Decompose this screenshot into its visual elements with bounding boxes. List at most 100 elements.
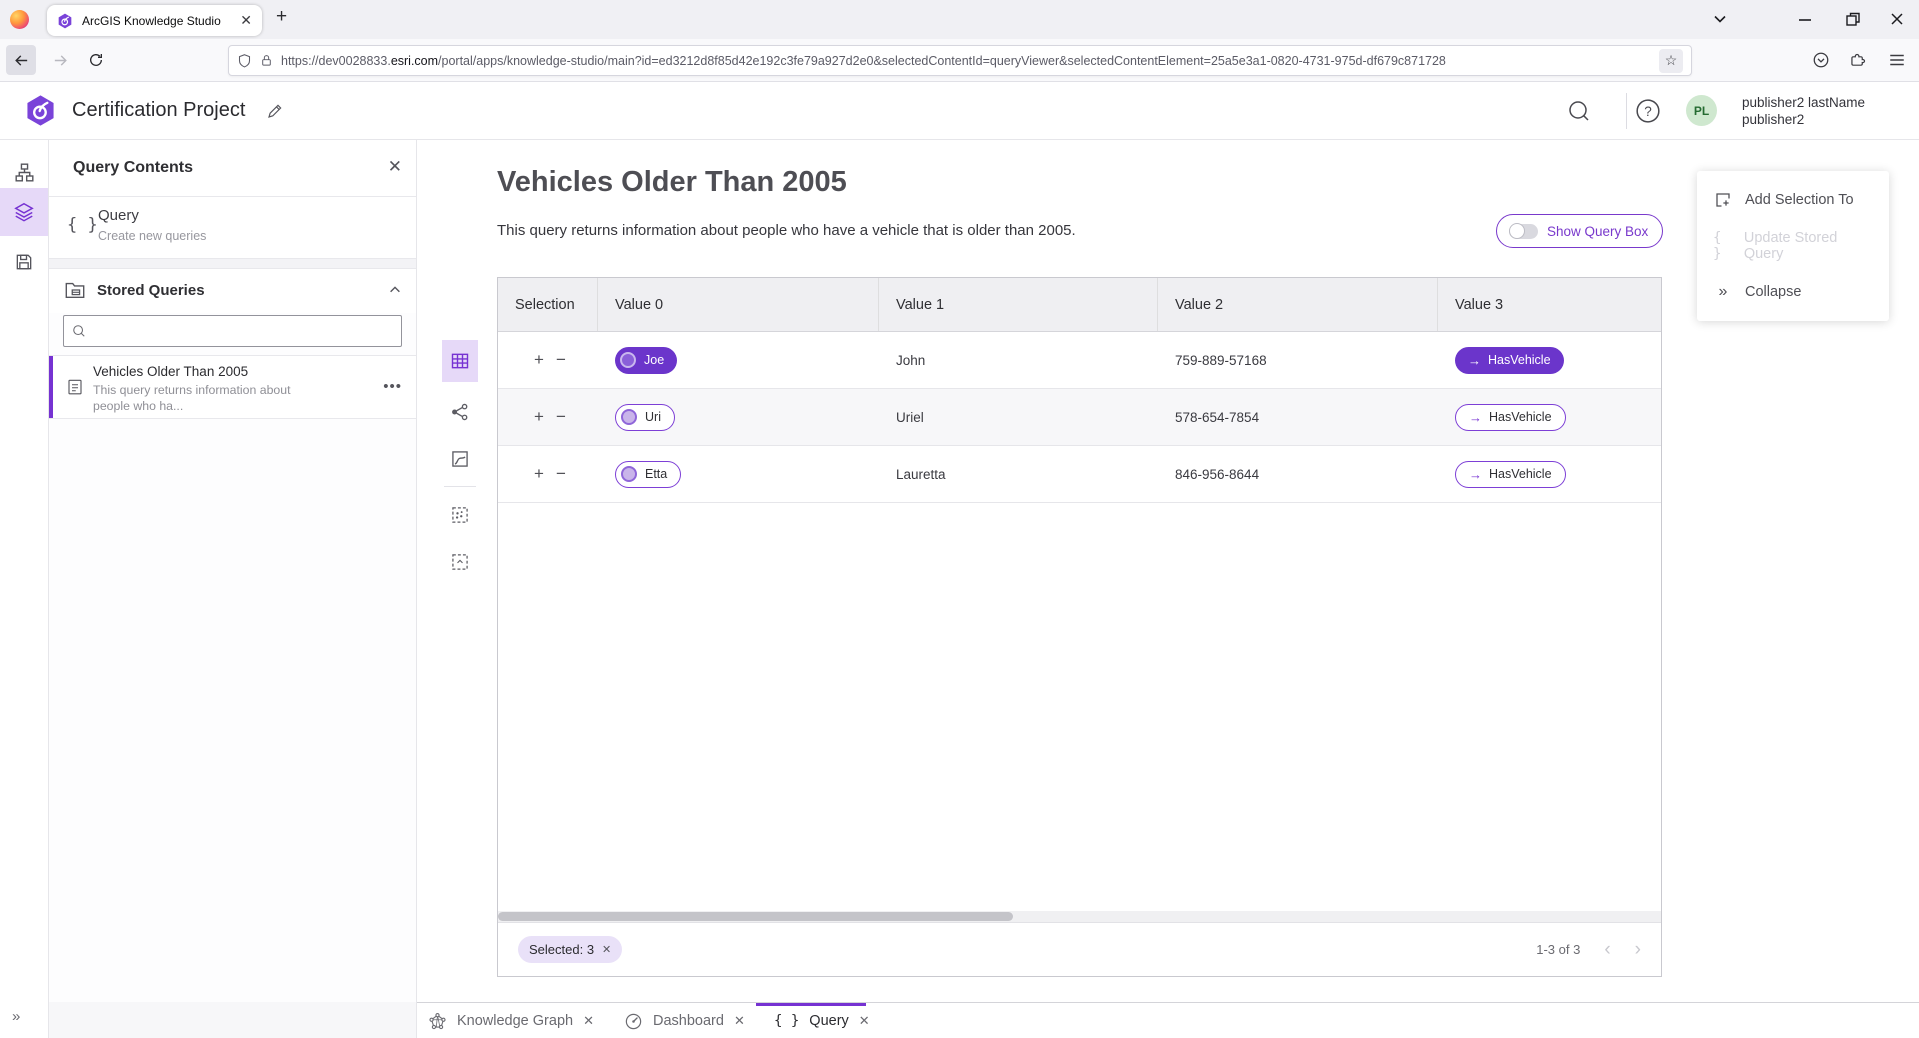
previous-page-icon[interactable]: ‹ (1604, 940, 1610, 959)
back-button[interactable] (6, 45, 36, 75)
stored-query-item[interactable]: Vehicles Older Than 2005 This query retu… (49, 355, 416, 419)
add-to-selection-button[interactable]: + (534, 407, 544, 427)
stored-query-options-icon[interactable]: ••• (383, 378, 402, 395)
column-header-value1[interactable]: Value 1 (879, 278, 1158, 331)
column-header-selection[interactable]: Selection (498, 278, 598, 331)
close-tab-icon[interactable]: ✕ (859, 1013, 870, 1029)
data-model-tree-icon[interactable] (0, 152, 48, 192)
add-to-selection-button[interactable]: + (534, 464, 544, 484)
extensions-puzzle-icon[interactable] (1850, 51, 1868, 69)
cell-value1[interactable]: Lauretta (879, 446, 1158, 502)
browser-window: ArcGIS Knowledge Studio ✕ + (0, 0, 1919, 1038)
table-view-button[interactable] (442, 340, 478, 382)
chevron-up-icon[interactable] (388, 283, 402, 297)
stored-queries-search-input[interactable] (92, 324, 393, 339)
column-header-value2[interactable]: Value 2 (1158, 278, 1438, 331)
search-button[interactable] (1563, 95, 1595, 127)
tab-query[interactable]: { } Query ✕ (774, 1003, 870, 1038)
forward-button[interactable] (45, 45, 75, 75)
cell-value2[interactable]: 578-654-7854 (1158, 389, 1438, 445)
toggle-knob (1509, 223, 1525, 239)
reload-button[interactable] (81, 45, 111, 75)
map-view-button[interactable] (442, 435, 478, 482)
lock-icon[interactable] (260, 53, 273, 68)
pocket-icon[interactable] (1812, 51, 1830, 69)
entity-pill[interactable]: Joe (615, 347, 677, 374)
horizontal-scrollbar[interactable] (498, 911, 1661, 922)
select-region-button[interactable] (442, 538, 478, 585)
pagination: 1-3 of 3 ‹ › (1536, 940, 1641, 959)
toolbar-divider (444, 486, 476, 487)
table-row[interactable]: + − Etta Lauretta 846-956-8644 →HasVehic… (498, 446, 1661, 503)
add-to-selection-button[interactable]: + (534, 350, 544, 370)
restore-button[interactable] (1845, 11, 1861, 27)
collapse-chevrons-icon: » (1713, 283, 1733, 301)
next-page-icon[interactable]: › (1635, 940, 1641, 959)
user-avatar[interactable]: PL (1686, 95, 1717, 126)
map-selection-view-button[interactable] (442, 491, 478, 538)
braces-icon: { } (1713, 230, 1732, 262)
remove-from-selection-button[interactable]: − (556, 464, 566, 484)
cell-value1[interactable]: John (879, 332, 1158, 388)
clear-selection-icon[interactable]: ✕ (602, 943, 611, 956)
menu-hamburger-icon[interactable] (1888, 51, 1906, 69)
cell-value2[interactable]: 759-889-57168 (1158, 332, 1438, 388)
remove-from-selection-button[interactable]: − (556, 350, 566, 370)
selection-context-menu: Add Selection To { } Update Stored Query… (1697, 171, 1889, 321)
view-toolbar (442, 340, 478, 585)
user-menu[interactable]: publisher2 lastName publisher2 (1742, 94, 1865, 128)
pagination-count: 1-3 of 3 (1536, 942, 1580, 957)
cell-value1[interactable]: Uriel (879, 389, 1158, 445)
relationship-pill[interactable]: →HasVehicle (1455, 404, 1566, 431)
column-header-value0[interactable]: Value 0 (598, 278, 879, 331)
relationship-pill[interactable]: →HasVehicle (1455, 461, 1566, 488)
stored-queries-header[interactable]: Stored Queries (49, 269, 416, 313)
edit-title-pencil-icon[interactable] (266, 102, 284, 120)
help-button[interactable]: ? (1632, 95, 1664, 127)
bookmark-star-icon[interactable]: ☆ (1659, 49, 1683, 73)
tab-knowledge-graph[interactable]: Knowledge Graph ✕ (428, 1003, 594, 1038)
save-icon[interactable] (0, 242, 48, 282)
selected-count-chip[interactable]: Selected: 3 ✕ (518, 936, 622, 963)
remove-from-selection-button[interactable]: − (556, 407, 566, 427)
entity-dot-icon (620, 352, 636, 368)
tab-list-chevron-icon[interactable] (1712, 11, 1728, 27)
layers-contents-icon[interactable] (0, 188, 48, 236)
arcgis-favicon (57, 13, 73, 29)
link-chart-view-button[interactable] (442, 388, 478, 435)
relationship-pill[interactable]: →HasVehicle (1455, 347, 1564, 374)
entity-pill[interactable]: Etta (615, 461, 681, 488)
user-account: publisher2 (1742, 111, 1865, 128)
close-tab-icon[interactable]: ✕ (583, 1013, 594, 1029)
menu-item-add-selection-to[interactable]: Add Selection To (1697, 177, 1889, 223)
svg-text:?: ? (1644, 104, 1652, 119)
minimize-button[interactable] (1797, 11, 1813, 27)
table-row[interactable]: + − Joe John 759-889-57168 →HasVehicle (498, 332, 1661, 389)
stored-queries-search[interactable] (63, 315, 402, 347)
menu-item-collapse[interactable]: » Collapse (1697, 269, 1889, 315)
app-logo (24, 94, 57, 127)
entity-pill[interactable]: Uri (615, 404, 675, 431)
browser-tab[interactable]: ArcGIS Knowledge Studio ✕ (47, 5, 262, 36)
toggle-track[interactable] (1509, 224, 1538, 239)
tab-dashboard[interactable]: Dashboard ✕ (624, 1003, 745, 1038)
scrollbar-thumb[interactable] (498, 912, 1013, 921)
cell-value2[interactable]: 846-956-8644 (1158, 446, 1438, 502)
panel-close-icon[interactable]: ✕ (388, 157, 402, 177)
expand-rail-icon[interactable]: » (12, 1008, 18, 1025)
close-tab-icon[interactable]: ✕ (734, 1013, 745, 1029)
menu-item-update-stored-query[interactable]: { } Update Stored Query (1697, 223, 1889, 269)
show-query-box-toggle[interactable]: Show Query Box (1496, 214, 1663, 248)
query-create-item[interactable]: { } Query Create new queries (49, 197, 416, 259)
arrow-right-icon: → (1468, 353, 1481, 368)
tracking-shield-icon[interactable] (237, 53, 252, 69)
query-title: Vehicles Older Than 2005 (497, 166, 847, 199)
panel-bottom-strip (49, 1002, 417, 1038)
tab-close-icon[interactable]: ✕ (240, 12, 252, 29)
close-window-button[interactable] (1889, 11, 1905, 27)
url-bar[interactable]: https://dev0028833.esri.com/portal/apps/… (228, 45, 1692, 76)
column-header-value3[interactable]: Value 3 (1438, 278, 1661, 331)
table-row[interactable]: + − Uri Uriel 578-654-7854 →HasVehicle (498, 389, 1661, 446)
new-tab-button[interactable]: + (276, 6, 287, 28)
firefox-icon[interactable] (10, 10, 29, 29)
